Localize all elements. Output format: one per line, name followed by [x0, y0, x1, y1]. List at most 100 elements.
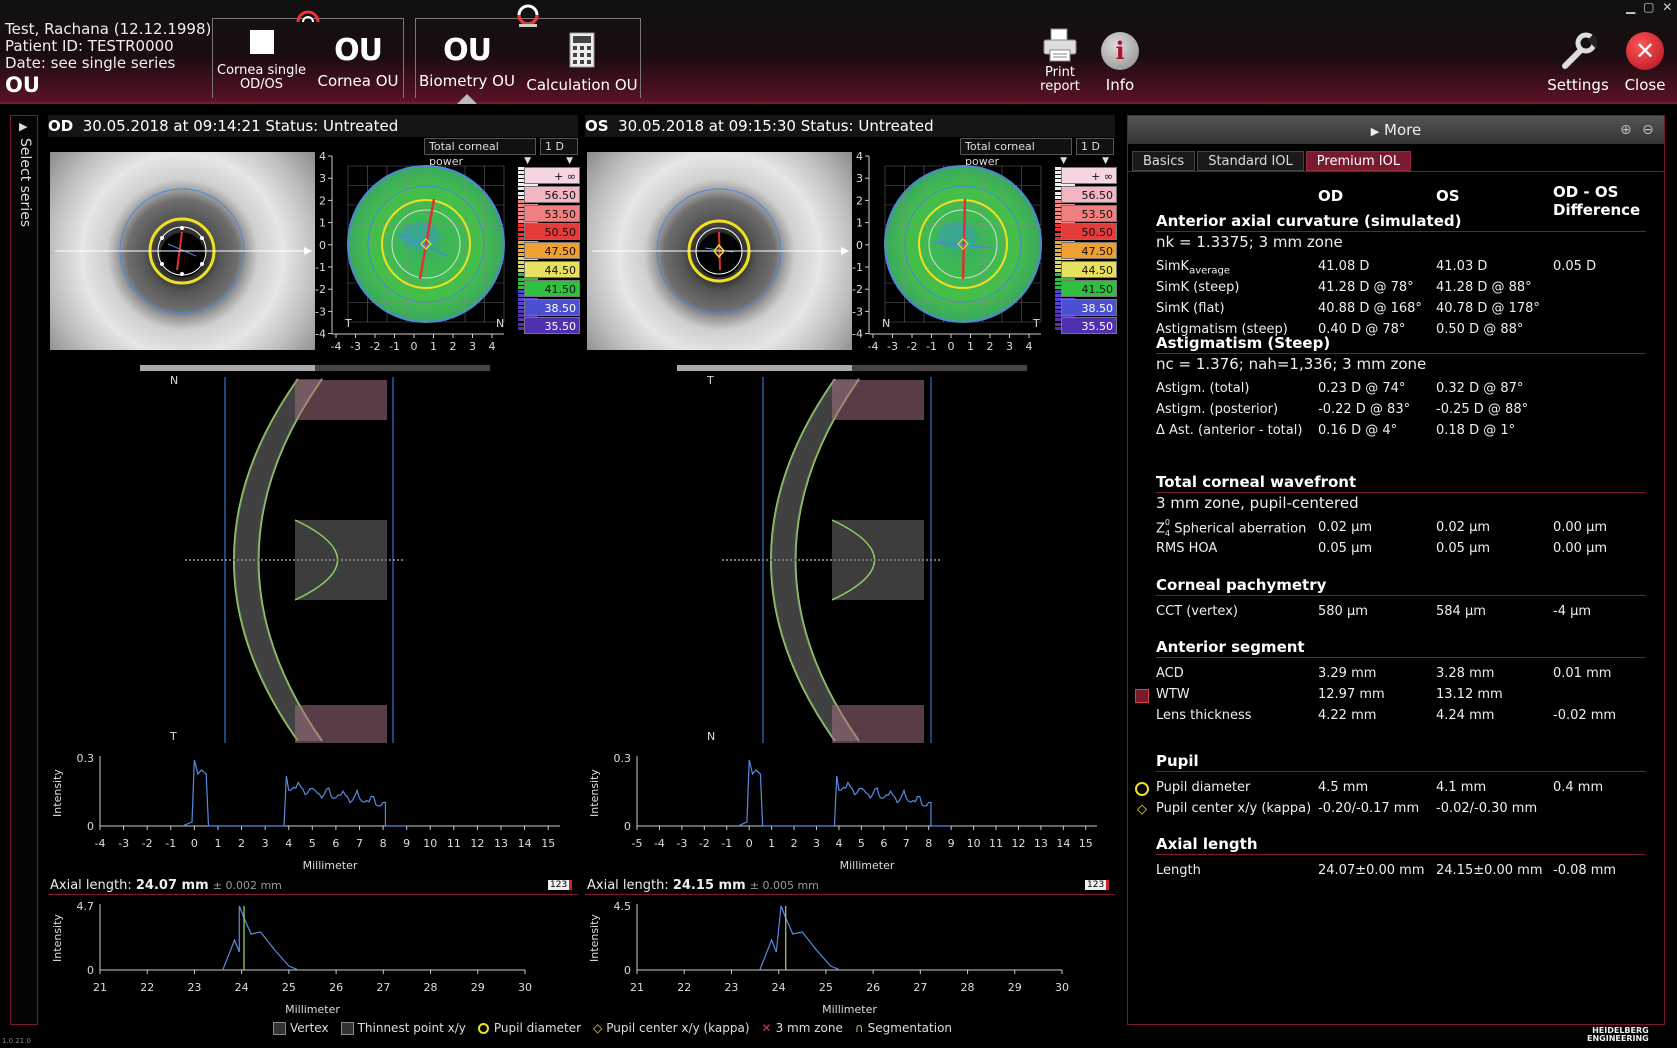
od-eye-label: OD — [48, 117, 74, 135]
svg-text:-3: -3 — [350, 340, 361, 353]
scale-label: 50.50 — [524, 223, 580, 241]
tab-basics[interactable]: Basics — [1132, 151, 1196, 171]
scale-label: 44.50 — [524, 261, 580, 278]
od-series-slider[interactable] — [140, 365, 490, 371]
x-tick-label: 29 — [1008, 981, 1022, 994]
patient-name: Test, Rachana (12.12.1998) — [5, 20, 212, 38]
tab-standard-iol[interactable]: Standard IOL — [1197, 151, 1304, 171]
result-row: Length 24.07±0.00 mm 24.15±0.00 mm -0.08 mm — [1156, 863, 1617, 878]
x-tick-label: 9 — [948, 837, 955, 850]
x-tick-label: 22 — [140, 981, 154, 994]
od-exam-info: 30.05.2018 at 09:14:21 Status: Untreated — [82, 117, 399, 135]
ou-icon: OU — [443, 33, 492, 68]
x-tick-label: 27 — [913, 981, 927, 994]
x-tick-label: 0 — [746, 837, 753, 850]
os-numeric-view-toggle[interactable]: 123 — [1085, 880, 1110, 890]
more-toggle[interactable]: ▶ More — [1128, 116, 1664, 144]
x-tick-label: 28 — [961, 981, 975, 994]
maximize-icon[interactable]: ▢ — [1643, 0, 1654, 14]
os-axial-length-chart: 4.5 0 Intensity 21 22 23 24 25 26 27 28 29 30 Millime… — [588, 900, 1069, 1016]
window-close-icon[interactable]: ✕ — [1662, 0, 1672, 14]
result-row: Pupil diameter 4.5 mm 4.1 mm 0.4 mm — [1135, 778, 1646, 799]
expand-arrow-icon[interactable]: ▶ — [19, 120, 27, 133]
svg-text:3: 3 — [1006, 340, 1013, 353]
x-tick-label: 25 — [819, 981, 833, 994]
legend-3mm-zone[interactable]: ✕ 3 mm zone — [762, 1021, 843, 1035]
scale-label: 56.50 — [1061, 185, 1117, 203]
biometry-ou-button[interactable]: OU Biometry OU — [417, 33, 517, 91]
eye-selection-label: OU — [5, 73, 40, 97]
os-eye-image — [587, 152, 852, 350]
zoom-out-icon[interactable]: ⊖ — [1642, 122, 1654, 138]
x-tick-label: 26 — [866, 981, 880, 994]
x-tick-label: 22 — [677, 981, 691, 994]
x-tick-label: 0 — [191, 837, 198, 850]
scale-label: + ∞ — [1061, 167, 1117, 184]
legend-pupil-center[interactable]: ◇ Pupil center x/y (kappa) — [593, 1021, 750, 1035]
calculation-ou-button[interactable]: Calculation OU — [526, 32, 638, 94]
x-tick-label: -1 — [165, 837, 176, 850]
x-tick-label: 10 — [967, 837, 981, 850]
od-step-dropdown[interactable]: 1 D ▼ — [540, 138, 578, 166]
x-tick-label: 5 — [858, 837, 865, 850]
svg-text:2: 2 — [450, 340, 457, 353]
svg-text:2: 2 — [856, 194, 863, 207]
x-tick-label: -1 — [721, 837, 732, 850]
zoom-in-icon[interactable]: ⊕ — [1620, 122, 1632, 138]
minimize-icon[interactable]: ▁ — [1626, 0, 1635, 14]
y-axis-label: Intensity — [588, 769, 601, 817]
svg-text:4: 4 — [1026, 340, 1033, 353]
tab-premium-iol[interactable]: Premium IOL — [1305, 151, 1412, 171]
x-tick-label: 27 — [376, 981, 390, 994]
section-title: Pupil — [1156, 752, 1646, 772]
x-tick-label: 23 — [724, 981, 738, 994]
legend-pupil-diameter[interactable]: Pupil diameter — [477, 1021, 581, 1035]
legend-thinnest-point[interactable]: Thinnest point x/y — [340, 1021, 466, 1035]
cornea-group-icon — [295, 8, 321, 24]
calculator-icon — [569, 32, 595, 68]
scale-label: 47.50 — [1061, 242, 1117, 260]
od-numeric-view-toggle[interactable]: 123 — [548, 880, 573, 890]
info-button[interactable]: i Info — [1095, 32, 1145, 94]
section-title: Axial length — [1156, 835, 1646, 855]
svg-text:4: 4 — [319, 152, 326, 163]
x-tick-label: 9 — [403, 837, 410, 850]
svg-text:1: 1 — [319, 217, 326, 230]
scale-label: 53.50 — [1061, 204, 1117, 222]
scale-label: 41.50 — [524, 279, 580, 297]
y-max-label: 4.7 — [77, 900, 95, 913]
scale-label: + ∞ — [524, 167, 580, 184]
x-tick-label: -4 — [654, 837, 665, 850]
x-tick-label: 8 — [380, 837, 387, 850]
x-tick-label: -2 — [699, 837, 710, 850]
svg-text:-1: -1 — [926, 340, 937, 353]
os-axial-length-value: 24.15 mm — [672, 878, 746, 893]
ou-icon: OU — [334, 33, 383, 68]
section-title: Total corneal wavefront — [1156, 473, 1646, 493]
col-header-os: OS — [1436, 187, 1460, 205]
x-tick-label: -3 — [676, 837, 687, 850]
os-series-slider[interactable] — [677, 365, 1027, 371]
print-report-button[interactable]: Print report — [1035, 28, 1085, 94]
svg-text:2: 2 — [319, 194, 326, 207]
section-0: Anterior axial curvature (simulated) nk =… — [1156, 212, 1646, 341]
settings-button[interactable]: Settings — [1543, 32, 1613, 94]
x-tick-label: 15 — [1079, 837, 1093, 850]
y-axis-label: Intensity — [588, 914, 601, 962]
cornea-single-button[interactable]: Cornea single OD/OS — [214, 30, 309, 92]
x-tick-label: 6 — [332, 837, 339, 850]
os-step-dropdown[interactable]: 1 D ▼ — [1076, 138, 1114, 166]
checkbox-icon[interactable] — [273, 1021, 286, 1035]
legend-segmentation[interactable]: ∩ Segmentation — [855, 1021, 952, 1035]
os-slider-fill — [677, 365, 852, 371]
x-tick-label: 29 — [471, 981, 485, 994]
cornea-ou-button[interactable]: OU Cornea OU — [312, 33, 404, 91]
section-subtitle: 3 mm zone, pupil-centered — [1156, 494, 1359, 512]
select-series-panel[interactable]: ▶ Select series — [10, 115, 38, 1025]
checkbox-icon[interactable] — [340, 1021, 354, 1035]
section-subtitle: nk = 1.3375; 3 mm zone — [1156, 233, 1343, 251]
close-button[interactable]: ✕ Close — [1620, 32, 1670, 94]
wtw-edit-icon[interactable] — [1135, 689, 1149, 703]
legend-vertex[interactable]: Vertex — [273, 1021, 329, 1035]
selected-indicator — [457, 94, 477, 104]
